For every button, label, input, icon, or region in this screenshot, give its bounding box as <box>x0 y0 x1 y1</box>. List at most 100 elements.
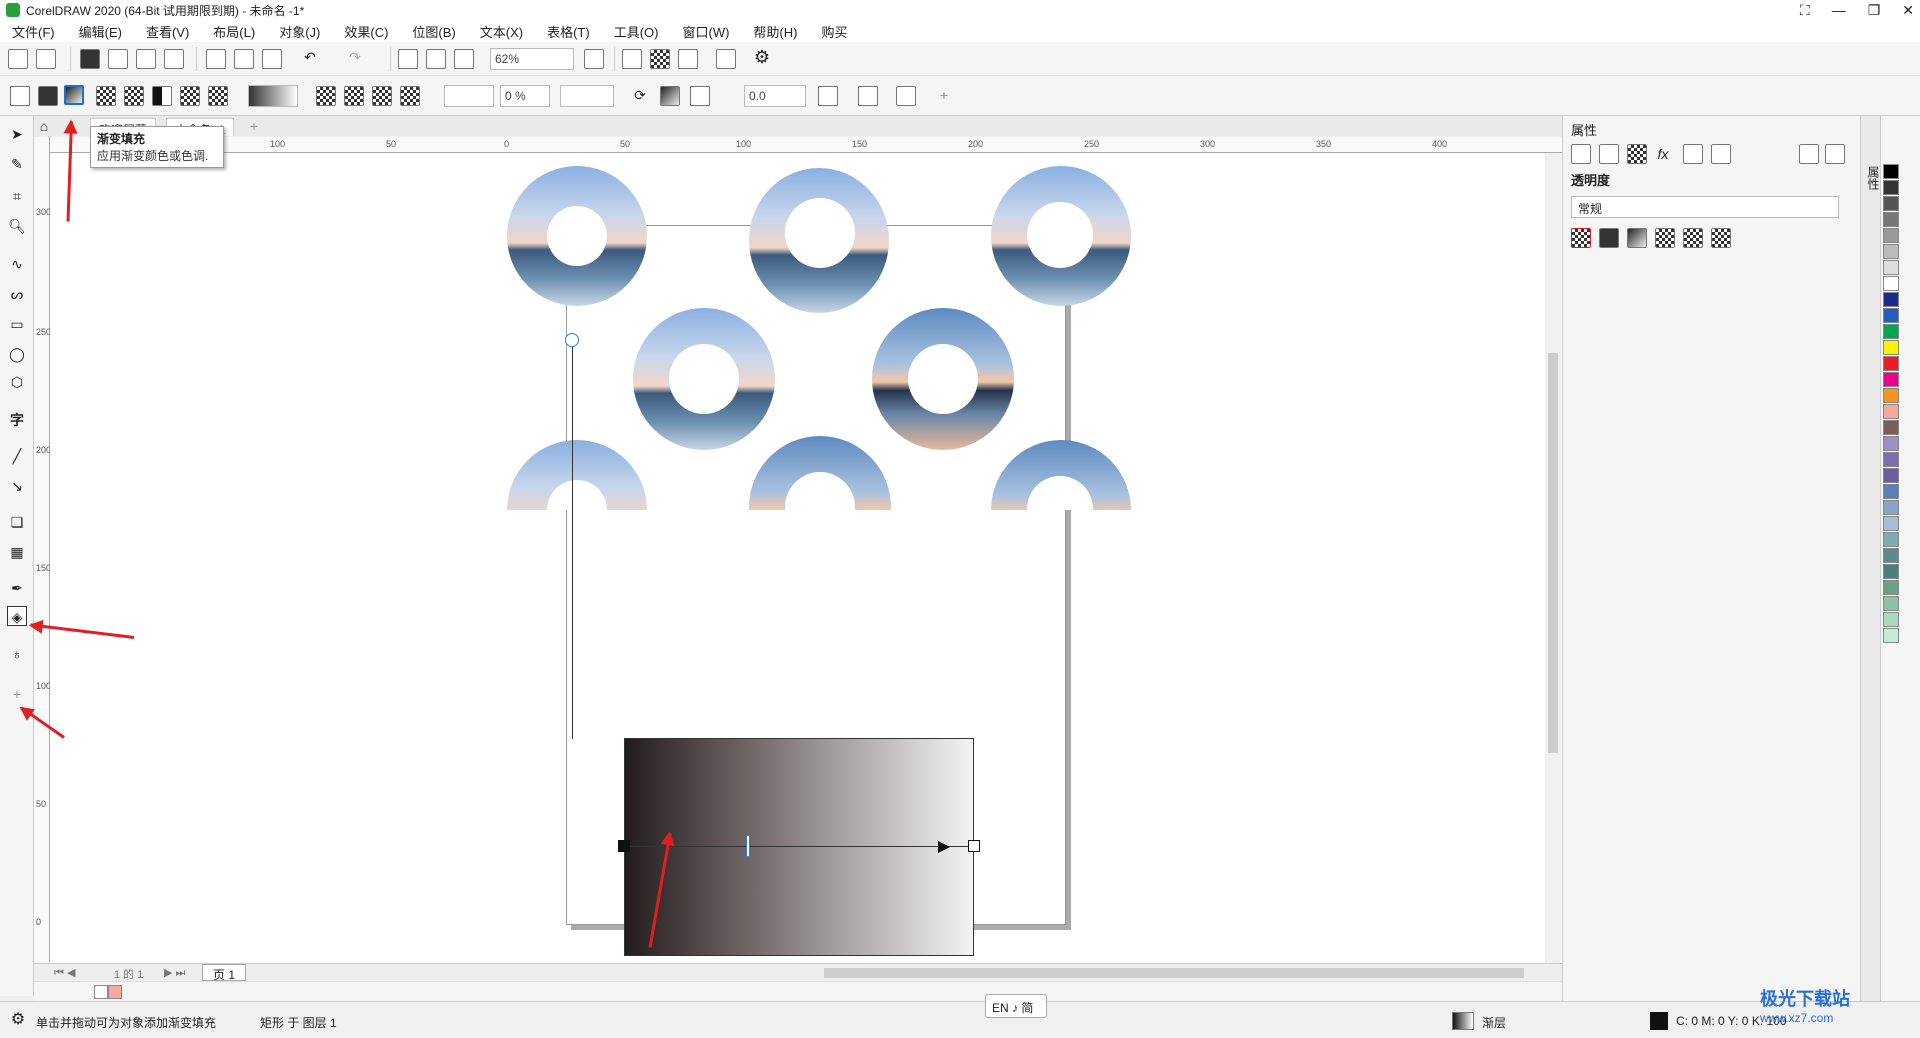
node-color-picker[interactable] <box>444 85 494 107</box>
account-icon[interactable]: ⛶ <box>1800 2 1810 19</box>
photo-ring-bottom-right[interactable] <box>991 440 1131 510</box>
copy-icon[interactable] <box>234 49 254 69</box>
text-tool-icon[interactable]: 字 <box>7 410 27 430</box>
menu-text[interactable]: 文本(X) <box>480 22 523 41</box>
copy-fill-icon[interactable] <box>858 86 878 106</box>
transparency-tool-icon[interactable]: ▦ <box>7 542 27 562</box>
summary-tab-icon[interactable] <box>1799 144 1819 164</box>
outline-indicator-swatch[interactable] <box>1650 1012 1668 1030</box>
fountain-transparency-icon[interactable] <box>1627 228 1647 248</box>
palette-swatch[interactable] <box>1883 596 1899 611</box>
menu-bitmaps[interactable]: 位图(B) <box>412 22 455 41</box>
open-icon[interactable] <box>36 49 56 69</box>
rectangle-tool-icon[interactable]: ▭ <box>7 314 27 334</box>
add-icon[interactable]: + <box>934 85 954 105</box>
photo-ring-top-right[interactable] <box>991 166 1131 306</box>
undo-icon[interactable]: ↶ <box>300 47 320 67</box>
palette-swatch[interactable] <box>1883 404 1899 419</box>
menu-window[interactable]: 窗口(W) <box>682 22 729 41</box>
page-tab[interactable]: 页 1 <box>202 964 247 982</box>
photo-ring-bottom-left[interactable] <box>507 440 647 510</box>
two-color-pattern-fill-icon[interactable] <box>152 86 172 106</box>
texture-fill-icon[interactable] <box>180 86 200 106</box>
palette-swatch[interactable] <box>1883 532 1899 547</box>
guidelines-icon[interactable] <box>678 49 698 69</box>
gradient-rectangle[interactable] <box>624 738 974 956</box>
free-scale-icon[interactable] <box>818 86 838 106</box>
redo-icon[interactable]: ↷ <box>345 47 365 67</box>
grid-icon[interactable] <box>650 49 670 69</box>
photo-ring-top-center[interactable] <box>749 168 889 313</box>
outline-tab-icon[interactable] <box>1571 144 1591 164</box>
no-transparency-icon[interactable] <box>1571 228 1591 248</box>
transparency-tab-icon[interactable] <box>1627 144 1647 164</box>
pick-tool-icon[interactable]: ➤ <box>7 124 27 144</box>
reverse-fill-icon[interactable]: ⟳ <box>630 85 650 105</box>
palette-swatch[interactable] <box>1883 244 1899 259</box>
connector-tool-icon[interactable]: ↘ <box>7 476 27 496</box>
edit-fill-icon[interactable] <box>896 86 916 106</box>
menu-object[interactable]: 对象(J) <box>279 22 320 41</box>
save-icon[interactable] <box>80 49 100 69</box>
page-nav-arrows-icon[interactable]: ⏮ ◀ <box>54 966 75 980</box>
rectangular-fountain-icon[interactable] <box>400 86 420 106</box>
postscript-fill-icon[interactable] <box>208 86 228 106</box>
palette-swatch[interactable] <box>1883 308 1899 323</box>
menu-effects[interactable]: 效果(C) <box>344 22 388 41</box>
palette-swatch[interactable] <box>1883 340 1899 355</box>
palette-swatch[interactable] <box>1883 452 1899 467</box>
palette-swatch[interactable] <box>1883 196 1899 211</box>
blend-direction-icon[interactable] <box>660 86 680 106</box>
full-screen-icon[interactable] <box>584 49 604 69</box>
fill-tab-icon[interactable] <box>1599 144 1619 164</box>
fill-picker[interactable] <box>248 85 298 107</box>
menu-help[interactable]: 帮助(H) <box>753 22 797 41</box>
cloud-download-icon[interactable] <box>136 49 156 69</box>
artistic-media-icon[interactable]: ᔕ <box>7 284 27 304</box>
restore-button[interactable]: ❐ <box>1868 2 1881 19</box>
ime-indicator[interactable]: EN ♪ 简 <box>985 994 1047 1018</box>
print-icon[interactable] <box>164 49 184 69</box>
import-icon[interactable] <box>398 49 418 69</box>
polygon-tool-icon[interactable]: ⬡ <box>7 372 27 392</box>
palette-swatch[interactable] <box>1883 484 1899 499</box>
palette-swatch[interactable] <box>1883 180 1899 195</box>
home-icon[interactable]: ⌂ <box>34 116 54 136</box>
menu-file[interactable]: 文件(F) <box>12 22 55 41</box>
palette-swatch[interactable] <box>1883 292 1899 307</box>
zoom-tool-icon[interactable]: 🔍︎ <box>7 216 27 236</box>
eyedropper-icon[interactable]: ✒ <box>7 578 27 598</box>
linear-fountain-icon[interactable] <box>316 86 336 106</box>
cut-icon[interactable] <box>206 49 226 69</box>
rulers-icon[interactable] <box>622 49 642 69</box>
palette-swatch[interactable] <box>1883 212 1899 227</box>
vector-pattern-fill-icon[interactable] <box>96 86 116 106</box>
drop-shadow-icon[interactable]: ❏ <box>7 512 27 532</box>
palette-swatch[interactable] <box>1883 500 1899 515</box>
palette-swatch[interactable] <box>1883 356 1899 371</box>
drawing-canvas[interactable] <box>50 153 1575 963</box>
vector-pattern-transparency-icon[interactable] <box>1655 228 1675 248</box>
palette-swatch[interactable] <box>1883 548 1899 563</box>
palette-swatch[interactable] <box>1883 388 1899 403</box>
horizontal-scrollbar[interactable] <box>824 968 1524 978</box>
frame-tab-icon[interactable] <box>1683 144 1703 164</box>
palette-swatch[interactable] <box>1883 260 1899 275</box>
palette-swatch[interactable] <box>1883 372 1899 387</box>
menu-layout[interactable]: 布局(L) <box>213 22 255 41</box>
fill-indicator-swatch[interactable] <box>1452 1012 1474 1030</box>
palette-swatch[interactable] <box>1883 276 1899 291</box>
snap-off-icon[interactable] <box>716 49 736 69</box>
palette-swatch[interactable] <box>1883 324 1899 339</box>
uniform-transparency-icon[interactable] <box>1599 228 1619 248</box>
uniform-fill-icon[interactable] <box>38 86 58 106</box>
angle-field[interactable]: 0.0 <box>744 85 806 107</box>
fill-start-handle[interactable] <box>618 840 630 852</box>
palette-swatch[interactable] <box>1883 516 1899 531</box>
shape-tool-icon[interactable]: ✎ <box>7 154 27 174</box>
node-transparency-field[interactable]: 0 % <box>500 85 550 107</box>
crop-tool-icon[interactable]: ⌗ <box>7 186 27 206</box>
freehand-tool-icon[interactable]: ∿ <box>7 254 27 274</box>
palette-swatch[interactable] <box>1883 228 1899 243</box>
no-fill-icon[interactable] <box>10 86 30 106</box>
